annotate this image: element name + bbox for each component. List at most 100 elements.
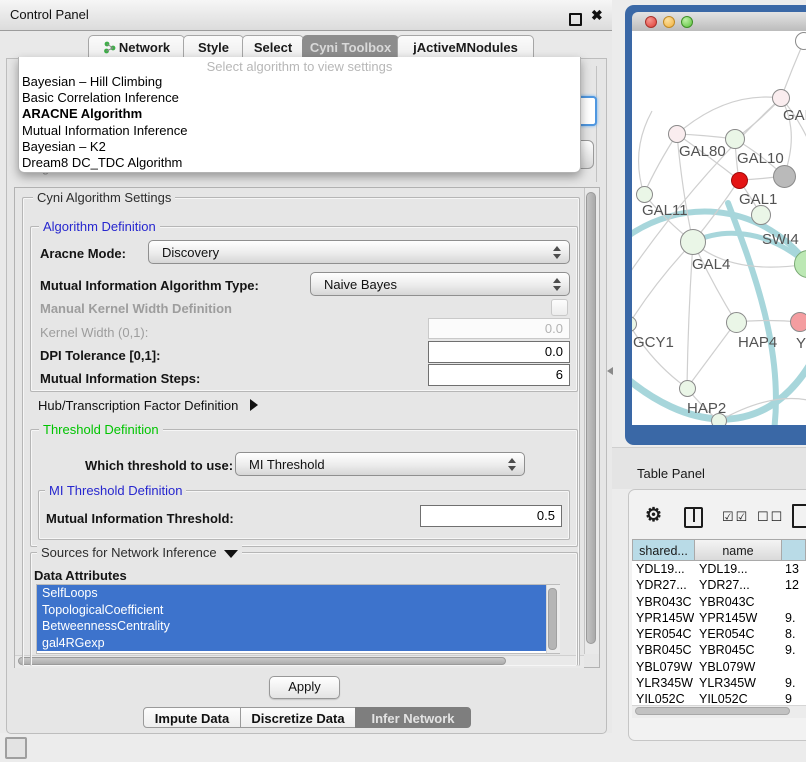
aracne-mode-select[interactable]: Discovery	[148, 240, 570, 264]
control-panel-title: Control Panel	[10, 7, 89, 22]
data-attributes-list[interactable]: SelfLoopsTopologicalCoefficientBetweenne…	[36, 584, 560, 654]
hub-definition-label: Hub/Transcription Factor Definition	[38, 398, 238, 413]
network-node[interactable]	[725, 129, 745, 149]
table-row[interactable]: YBR045CYBR045C9.	[632, 642, 806, 658]
tab-style[interactable]: Style	[183, 35, 244, 59]
network-node[interactable]	[773, 165, 796, 188]
maximize-traffic-light-icon[interactable]	[681, 16, 693, 28]
network-window-titlebar[interactable]	[632, 12, 806, 32]
node-label: SWI4	[762, 231, 799, 248]
vertical-scrollbar-thumb[interactable]	[586, 192, 596, 644]
table-cell: 13	[785, 561, 806, 577]
manual-kernel-checkbox[interactable]	[551, 299, 568, 316]
tab-discretize-data[interactable]: Discretize Data	[240, 707, 356, 728]
attribute-item[interactable]: gal4RGexp	[37, 635, 546, 652]
splitter-collapse-icon[interactable]	[607, 367, 613, 375]
gear-icon[interactable]: ⚙	[645, 504, 662, 527]
column-header-shared[interactable]: shared...	[632, 539, 695, 561]
table-row[interactable]: YPR145WYPR145W9.	[632, 610, 806, 626]
table-cell: YBR043C	[636, 594, 694, 610]
mi-type-select[interactable]: Naive Bayes	[310, 272, 570, 296]
table-row[interactable]: YBR043CYBR043C	[632, 594, 806, 610]
kernel-width-field[interactable]: 0.0	[428, 318, 570, 339]
apply-button[interactable]: Apply	[269, 676, 340, 699]
column-layout-icon[interactable]	[684, 507, 703, 528]
table-horizontal-scrollbar-thumb[interactable]	[635, 707, 790, 715]
algorithm-option[interactable]: Bayesian – Hill Climbing	[19, 74, 580, 90]
network-node[interactable]	[711, 413, 727, 425]
aracne-mode-value: Discovery	[162, 245, 219, 260]
collapse-arrow-icon	[224, 550, 238, 558]
algorithm-option[interactable]: Dream8 DC_TDC Algorithm	[19, 155, 580, 171]
control-panel-titlebar	[0, 0, 612, 31]
minimize-traffic-light-icon[interactable]	[663, 16, 675, 28]
table-row[interactable]: YDL19...YDL19...13	[632, 561, 806, 577]
attribute-item[interactable]: BetweennessCentrality	[37, 618, 546, 635]
tab-jactivemnodules[interactable]: jActiveMNodules	[397, 35, 534, 59]
which-threshold-select[interactable]: MI Threshold	[235, 452, 525, 476]
hub-definition-toggle[interactable]: Hub/Transcription Factor Definition	[38, 398, 258, 413]
attribute-item[interactable]: TopologicalCoefficient	[37, 602, 546, 619]
algorithm-option[interactable]: Mutual Information Inference	[19, 123, 580, 139]
unchecked-columns-icon[interactable]: ☐☐	[757, 509, 784, 525]
network-node[interactable]	[795, 32, 806, 50]
control-panel: Control Panel ✖ Network Style Select Cyn…	[0, 0, 612, 733]
algorithm-definition-title: Algorithm Definition	[39, 219, 160, 234]
table-cell: YDR27...	[636, 577, 694, 593]
column-header-third[interactable]	[781, 539, 806, 561]
network-node[interactable]	[751, 205, 771, 225]
attributes-list-scrollbar-thumb[interactable]	[548, 588, 557, 650]
network-node[interactable]	[772, 89, 790, 107]
tab-select[interactable]: Select	[242, 35, 304, 59]
mi-type-label: Mutual Information Algorithm Type:	[40, 278, 259, 293]
algorithm-option[interactable]: ARACNE Algorithm	[19, 106, 580, 122]
checked-columns-icon[interactable]: ☑☑	[722, 509, 749, 525]
algorithm-option[interactable]: Bayesian – K2	[19, 139, 580, 155]
table-row[interactable]: YDR27...YDR27...12	[632, 577, 806, 593]
network-node[interactable]	[731, 172, 748, 189]
dpi-tolerance-field[interactable]: 0.0	[428, 341, 570, 363]
table-cell: 9	[785, 691, 806, 705]
close-icon[interactable]: ✖	[591, 7, 603, 24]
float-window-icon[interactable]	[569, 13, 582, 26]
table-cell: YIL052C	[636, 691, 694, 705]
table-body[interactable]: YDL19...YDL19...13YDR27...YDR27...12YBR0…	[632, 561, 806, 705]
attribute-item[interactable]: SelfLoops	[37, 585, 546, 602]
close-traffic-light-icon[interactable]	[645, 16, 657, 28]
table-cell: 9.	[785, 675, 806, 691]
node-label: GAL11	[642, 202, 688, 219]
document-icon[interactable]	[792, 504, 806, 528]
sources-group-title[interactable]: Sources for Network Inference	[37, 545, 242, 560]
network-node[interactable]	[679, 380, 696, 397]
tab-network-label: Network	[119, 40, 170, 55]
node-label: GAL10	[737, 150, 784, 167]
tab-impute-data[interactable]: Impute Data	[143, 707, 241, 728]
column-header-name[interactable]: name	[694, 539, 782, 561]
stepper-arrows-icon	[553, 246, 562, 259]
mi-threshold-field[interactable]: 0.5	[420, 505, 562, 527]
collapsed-panel-icon[interactable]	[5, 737, 27, 759]
dpi-tolerance-label: DPI Tolerance [0,1]:	[40, 348, 160, 363]
node-label: HAP4	[738, 334, 777, 351]
tab-infer-network[interactable]: Infer Network	[355, 707, 471, 728]
table-row[interactable]: YBL079WYBL079W	[632, 659, 806, 675]
network-node[interactable]	[680, 229, 706, 255]
node-label: GCY1	[633, 334, 674, 351]
table-row[interactable]: YER054CYER054C8.	[632, 626, 806, 642]
data-attributes-label: Data Attributes	[34, 568, 127, 583]
table-row[interactable]: YIL052CYIL052C9	[632, 691, 806, 705]
algorithm-option[interactable]: Basic Correlation Inference	[19, 90, 580, 106]
network-node[interactable]	[668, 125, 686, 143]
tab-network[interactable]: Network	[88, 35, 185, 59]
tab-cyni-toolbox[interactable]: Cyni Toolbox	[302, 35, 399, 59]
settings-group-title: Cyni Algorithm Settings	[33, 190, 175, 205]
which-threshold-value: MI Threshold	[249, 457, 325, 472]
network-node[interactable]	[790, 312, 806, 332]
network-node[interactable]	[636, 186, 653, 203]
table-row[interactable]: YLR345WYLR345W9.	[632, 675, 806, 691]
network-node[interactable]	[726, 312, 747, 333]
network-canvas[interactable]: GALGAL80GAL10GAL1GAL11SWI4GAL4GCY1HAP4YH…	[632, 31, 806, 425]
table-cell: YDL19...	[699, 561, 779, 577]
mi-steps-label: Mutual Information Steps:	[40, 371, 200, 386]
mi-steps-field[interactable]: 6	[428, 364, 570, 386]
